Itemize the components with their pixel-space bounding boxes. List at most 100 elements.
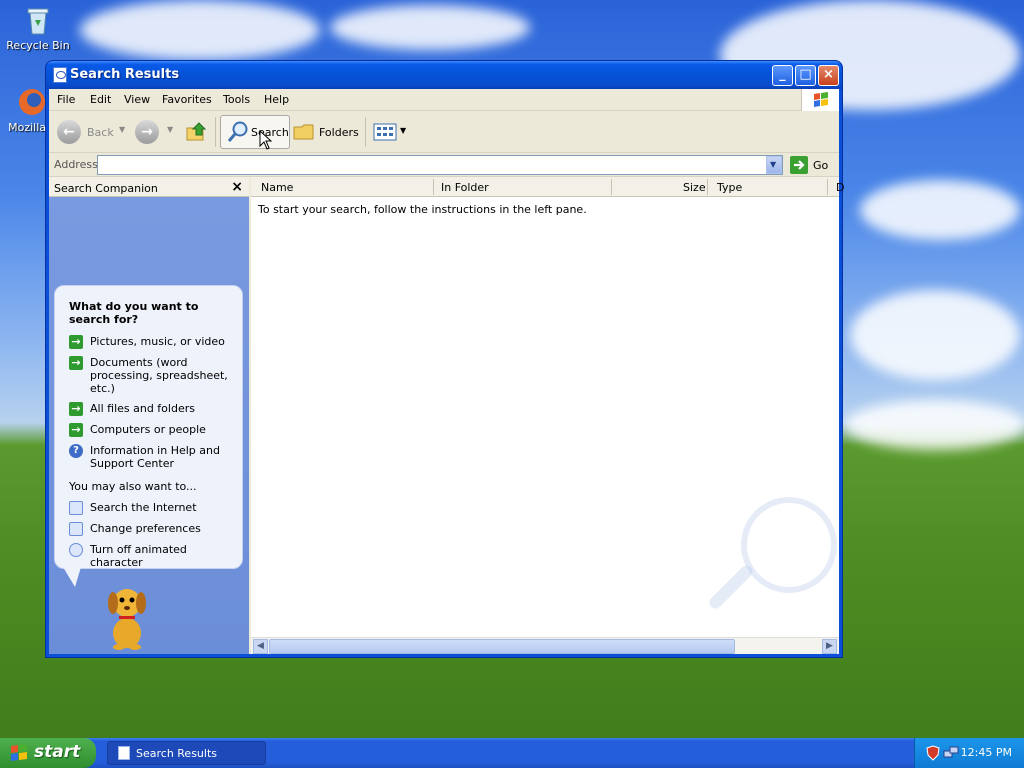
clock[interactable]: 12:45 PM	[961, 746, 1012, 759]
folder-icon	[293, 124, 314, 140]
results-hint: To start your search, follow the instruc…	[258, 203, 587, 216]
folders-label: Folders	[319, 126, 359, 139]
forward-arrow-icon: →	[135, 120, 159, 144]
search-dog-icon[interactable]	[97, 581, 157, 651]
network-icon[interactable]	[943, 745, 959, 761]
title-bar[interactable]: Search Results _ □ ×	[46, 61, 842, 89]
chevron-down-icon: ▼	[400, 126, 407, 135]
cloud	[850, 290, 1020, 380]
cloud	[330, 5, 530, 50]
search-results-window: Search Results _ □ × File Edit View Favo…	[45, 60, 844, 658]
views-button[interactable]: ▼	[373, 117, 409, 147]
scroll-right-button[interactable]: ▶	[822, 639, 837, 654]
address-bar: Address ▼ Go	[49, 153, 839, 177]
security-shield-icon[interactable]	[925, 745, 941, 761]
green-arrow-icon: →	[69, 423, 83, 437]
window-body: File Edit View Favorites Tools Help ← Ba…	[49, 89, 844, 654]
column-header-name[interactable]: Name	[261, 181, 293, 194]
address-label: Address	[54, 158, 98, 171]
go-button[interactable]: Go	[790, 156, 830, 174]
windows-logo-icon	[801, 89, 839, 111]
chevron-down-icon: ▼	[119, 125, 126, 134]
also-want-label: You may also want to...	[69, 480, 197, 493]
menu-favorites[interactable]: Favorites	[162, 93, 212, 106]
toolbar-separator	[365, 117, 366, 147]
cloud	[80, 0, 320, 60]
chevron-down-icon: ▼	[167, 125, 174, 134]
green-arrow-icon: →	[69, 402, 83, 416]
option-label: Computers or people	[90, 423, 206, 436]
search-options-bubble: What do you want to search for? → Pictur…	[54, 285, 243, 569]
address-dropdown-button[interactable]: ▼	[766, 156, 782, 174]
scroll-left-button[interactable]: ◀	[253, 639, 268, 654]
magnifier-watermark-handle	[706, 562, 756, 612]
menu-help[interactable]: Help	[264, 93, 289, 106]
option-label: Turn off animated character	[90, 543, 187, 569]
cloud	[845, 400, 1024, 450]
close-button[interactable]: ×	[818, 65, 839, 86]
views-icon	[373, 123, 397, 141]
back-button[interactable]: ← Back ▼	[57, 117, 127, 147]
magnifier-watermark-icon	[741, 497, 837, 593]
taskbar-item-search-results[interactable]: Search Results	[107, 741, 266, 765]
internet-search-icon	[69, 501, 83, 515]
start-button[interactable]: start	[0, 738, 96, 768]
folders-button[interactable]: Folders	[293, 117, 361, 147]
column-header-in-folder[interactable]: In Folder	[441, 181, 489, 194]
search-companion-pane: Search Companion × What do you want to s…	[49, 177, 249, 654]
desktop-icon-recycle-bin[interactable]: Recycle Bin	[1, 4, 75, 52]
scroll-thumb[interactable]	[269, 639, 735, 654]
column-header-date[interactable]: D	[836, 181, 844, 194]
option-label: Information in Help and Support Center	[90, 444, 220, 470]
menu-tools[interactable]: Tools	[223, 93, 250, 106]
search-question: What do you want to search for?	[69, 300, 199, 326]
option-label: Pictures, music, or video	[90, 335, 225, 348]
close-pane-button[interactable]: ×	[231, 179, 243, 195]
animated-character-icon	[69, 543, 83, 557]
preferences-icon	[69, 522, 83, 536]
column-separator[interactable]	[827, 179, 828, 195]
close-icon: ×	[231, 179, 243, 195]
help-icon: ?	[69, 444, 83, 458]
window-title: Search Results	[70, 67, 180, 82]
chevron-down-icon: ▼	[770, 160, 777, 169]
column-separator[interactable]	[611, 179, 612, 195]
menu-file[interactable]: File	[57, 93, 75, 106]
search-icon	[227, 121, 248, 142]
bubble-tail	[63, 567, 81, 587]
mouse-cursor-icon	[259, 130, 273, 150]
column-separator[interactable]	[707, 179, 708, 195]
toolbar-separator	[215, 117, 216, 147]
start-label: start	[34, 742, 81, 762]
option-label: Search the Internet	[90, 501, 197, 514]
search-window-icon	[118, 746, 130, 760]
column-headers: Name In Folder Size Type D	[251, 177, 844, 197]
minimize-icon: _	[779, 67, 786, 82]
desktop-icon-label: Recycle Bin	[6, 39, 70, 52]
cloud	[860, 180, 1020, 240]
forward-button[interactable]: → ▼	[135, 117, 175, 147]
option-label: Documents (word processing, spreadsheet,…	[90, 356, 228, 395]
up-folder-button[interactable]	[185, 117, 211, 147]
go-arrow-icon	[790, 156, 808, 174]
go-label: Go	[813, 159, 829, 172]
menu-edit[interactable]: Edit	[90, 93, 111, 106]
search-button[interactable]: Search	[220, 115, 290, 150]
horizontal-scrollbar[interactable]: ◀ ▶	[251, 637, 839, 654]
recycle-bin-icon	[22, 4, 54, 36]
windows-flag-icon	[11, 744, 27, 761]
search-companion-title: Search Companion	[54, 182, 158, 195]
column-header-type[interactable]: Type	[717, 181, 742, 194]
back-label: Back	[87, 126, 114, 139]
column-separator[interactable]	[433, 179, 434, 195]
address-input[interactable]	[97, 155, 783, 175]
maximize-button[interactable]: □	[795, 65, 816, 86]
menu-view[interactable]: View	[124, 93, 150, 106]
toolbar: ← Back ▼ → ▼ Search Folders ▼	[49, 111, 839, 153]
column-header-size[interactable]: Size	[683, 181, 706, 194]
green-arrow-icon: →	[69, 335, 83, 349]
taskbar-item-label: Search Results	[136, 747, 218, 760]
menu-bar: File Edit View Favorites Tools Help	[49, 89, 839, 111]
search-companion-header: Search Companion ×	[49, 177, 249, 197]
minimize-button[interactable]: _	[772, 65, 793, 86]
